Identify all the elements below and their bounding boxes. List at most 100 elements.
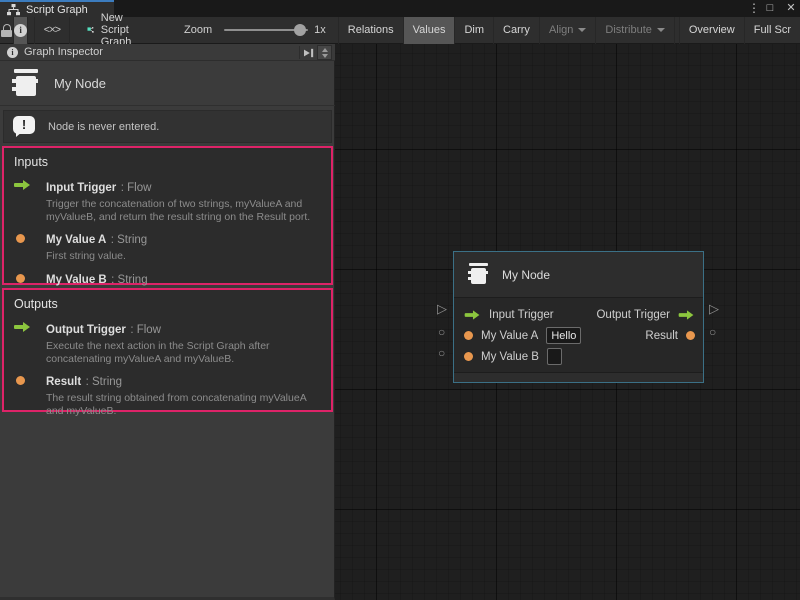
flow-port-icon[interactable] xyxy=(465,310,481,319)
value-port-icon xyxy=(16,376,25,385)
external-flow-input-port[interactable]: ▷ xyxy=(437,302,447,316)
value-port-icon xyxy=(16,234,25,243)
distribute-label: Distribute xyxy=(605,24,651,36)
port-description: The result string obtained from concaten… xyxy=(46,392,321,417)
node-row-triggers: Input Trigger Output Trigger xyxy=(454,304,703,325)
zoom-slider-handle[interactable] xyxy=(294,24,306,36)
port-type: : String xyxy=(86,376,122,388)
port-type: : String xyxy=(111,274,147,286)
info-icon: i xyxy=(14,24,27,37)
my-node[interactable]: My Node Input Trigger Output Trigger My … xyxy=(453,251,704,383)
panel-spinner-buttons[interactable] xyxy=(317,45,332,60)
port-name: My Value A xyxy=(46,234,106,246)
code-icon: <×> xyxy=(44,24,60,36)
new-script-graph-button[interactable]: New Script Graph xyxy=(77,12,152,48)
result-label: Result xyxy=(645,330,678,342)
graph-inspector-title: Graph Inspector xyxy=(24,46,103,58)
node-header[interactable]: My Node xyxy=(454,252,703,298)
node-footer xyxy=(454,372,703,382)
inspector-header-controls xyxy=(299,45,332,60)
node-body: Input Trigger Output Trigger My Value A … xyxy=(454,298,703,372)
window-controls: ⋮ □ ✕ xyxy=(748,0,798,17)
overview-button[interactable]: Overview xyxy=(679,17,745,44)
outputs-section: Outputs Output Trigger : Flow Execute th… xyxy=(2,288,333,412)
align-label: Align xyxy=(549,24,573,36)
new-script-graph-label: New Script Graph xyxy=(101,12,142,48)
window-menu-icon[interactable]: ⋮ xyxy=(748,0,756,17)
inputs-title: Inputs xyxy=(14,155,321,169)
flow-port-icon[interactable] xyxy=(679,310,695,319)
graph-canvas[interactable]: ▷ ○ ○ ▷ ○ My Node Input Trigger Output T… xyxy=(335,44,800,600)
info-icon: i xyxy=(7,47,18,58)
port-description: First string value. xyxy=(46,250,147,263)
port-type: : String xyxy=(111,234,147,246)
value-port-icon[interactable] xyxy=(464,352,473,361)
script-graph-icon xyxy=(7,4,20,16)
port-entry-result: Result : String The result string obtain… xyxy=(14,372,321,417)
port-description: Trigger the concatenation of two strings… xyxy=(46,198,321,223)
port-description: Execute the next action in the Script Gr… xyxy=(46,340,321,365)
close-icon[interactable]: ✕ xyxy=(784,0,798,17)
spin-down-icon[interactable] xyxy=(322,54,328,58)
external-result-port[interactable]: ○ xyxy=(709,325,716,339)
value-port-icon[interactable] xyxy=(464,331,473,340)
align-dropdown[interactable]: Align xyxy=(540,17,596,44)
port-type: : Flow xyxy=(121,182,152,194)
input-trigger-label: Input Trigger xyxy=(489,309,554,321)
unit-node-icon xyxy=(10,68,40,100)
graph-toolbar: i <×> New Script Graph Zoom 1x Relations… xyxy=(0,17,800,44)
port-name: My Value B xyxy=(46,274,107,286)
distribute-dropdown[interactable]: Distribute xyxy=(596,17,674,44)
maximize-icon[interactable]: □ xyxy=(763,0,777,17)
port-type: : Flow xyxy=(130,324,161,336)
chevron-down-icon xyxy=(657,28,665,32)
toolbar-spacer xyxy=(70,17,77,44)
my-value-b-label: My Value B xyxy=(481,351,539,363)
zoom-value: 1x xyxy=(314,24,326,36)
port-entry-input-trigger: Input Trigger : Flow Trigger the concate… xyxy=(14,178,321,223)
zoom-label: Zoom xyxy=(184,24,212,36)
chevron-down-icon xyxy=(578,28,586,32)
spin-up-icon[interactable] xyxy=(322,48,328,52)
selected-node-summary: My Node xyxy=(0,62,335,106)
port-name: Input Trigger xyxy=(46,182,116,194)
port-name: Output Trigger xyxy=(46,324,126,336)
dock-panel-icon[interactable] xyxy=(299,46,314,59)
graph-asset-icon xyxy=(87,23,95,38)
zoom-slider[interactable] xyxy=(224,29,308,31)
output-trigger-label: Output Trigger xyxy=(596,309,670,321)
external-value-port-a[interactable]: ○ xyxy=(438,325,445,339)
zoom-control: Zoom 1x xyxy=(184,24,326,36)
unit-node-icon xyxy=(466,262,490,287)
node-title: My Node xyxy=(502,268,550,282)
carry-button[interactable]: Carry xyxy=(494,17,540,44)
my-value-a-input[interactable]: Hello xyxy=(546,327,581,344)
dim-button[interactable]: Dim xyxy=(455,17,494,44)
lock-icon xyxy=(1,24,12,37)
my-value-b-input[interactable] xyxy=(547,348,562,365)
code-view-button[interactable]: <×> xyxy=(35,17,70,44)
graph-inspector-header: i Graph Inspector xyxy=(0,44,335,61)
selected-node-title: My Node xyxy=(54,76,106,91)
external-flow-output-port[interactable]: ▷ xyxy=(709,302,719,316)
graph-inspector-panel: i Graph Inspector My Node ! Node is neve… xyxy=(0,44,335,600)
value-port-icon[interactable] xyxy=(686,331,695,340)
warning-text: Node is never entered. xyxy=(48,121,159,133)
flow-port-icon xyxy=(14,322,31,332)
warning-icon: ! xyxy=(13,116,35,137)
my-value-a-label: My Value A xyxy=(481,330,538,342)
lock-button[interactable] xyxy=(0,17,14,44)
warning-message: ! Node is never entered. xyxy=(3,110,332,143)
toolbar-right-group: Relations Values Dim Carry Align Distrib… xyxy=(338,17,800,44)
external-value-port-b[interactable]: ○ xyxy=(438,346,445,360)
values-button[interactable]: Values xyxy=(404,17,456,44)
port-name: Result xyxy=(46,376,81,388)
inspector-toggle-button[interactable]: i xyxy=(14,17,28,44)
inputs-section: Inputs Input Trigger : Flow Trigger the … xyxy=(2,146,333,285)
port-entry-output-trigger: Output Trigger : Flow Execute the next a… xyxy=(14,320,321,365)
flow-port-icon xyxy=(14,180,31,190)
relations-button[interactable]: Relations xyxy=(339,17,404,44)
node-row-value-a: My Value A Hello Result xyxy=(454,325,703,346)
fullscreen-button[interactable]: Full Scr xyxy=(745,17,800,44)
port-entry-my-value-a: My Value A : String First string value. xyxy=(14,230,321,263)
